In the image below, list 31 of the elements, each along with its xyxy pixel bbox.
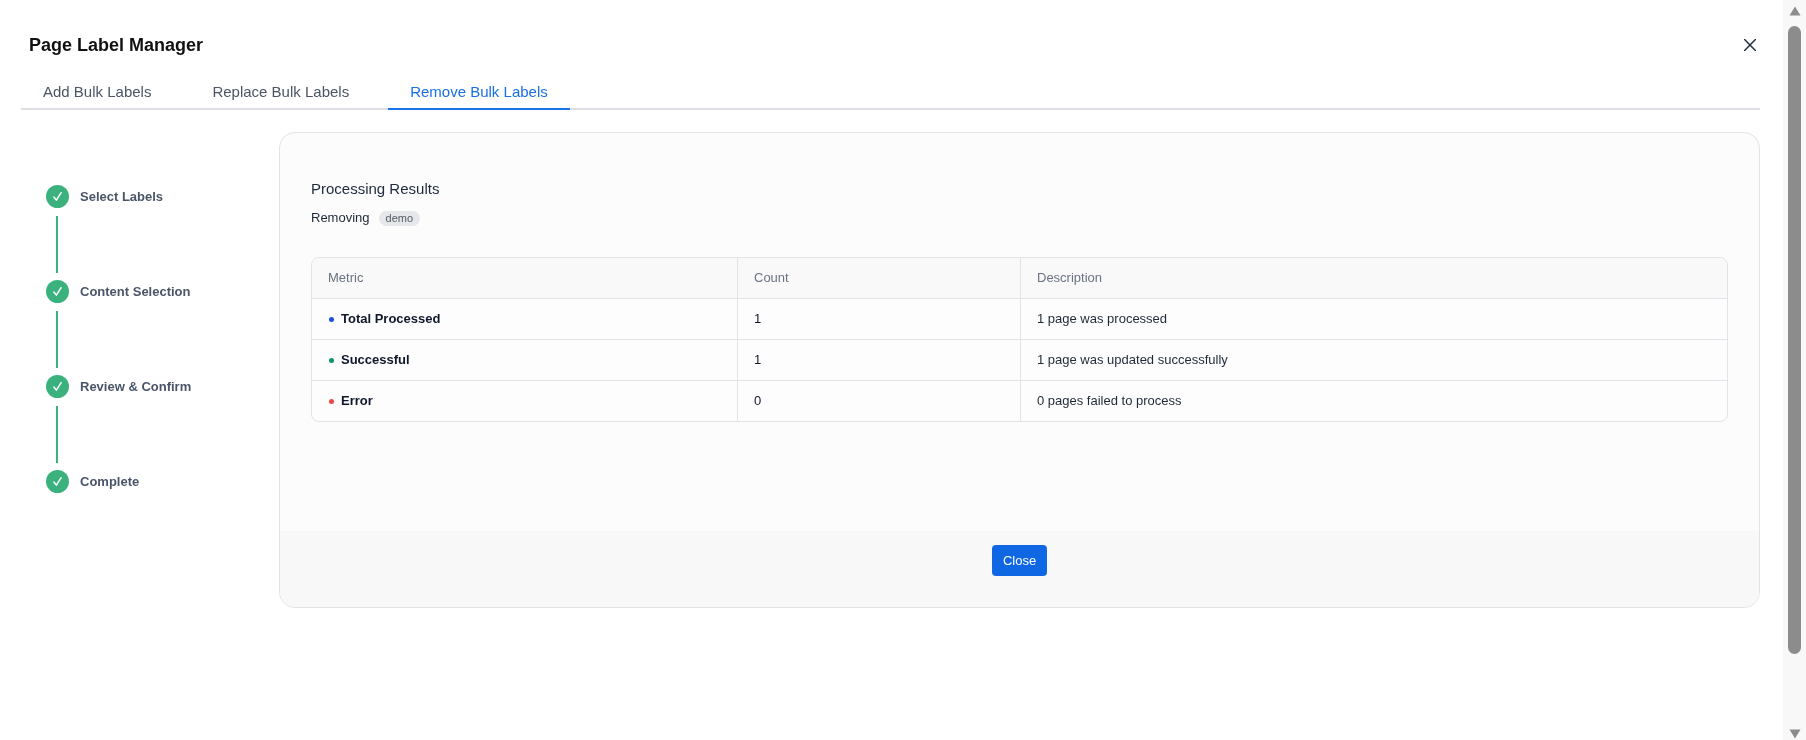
tab[interactable]: Replace Bulk Labels	[190, 74, 372, 110]
table-cell: 1	[737, 340, 1020, 380]
step-connector	[56, 405, 58, 463]
table-cell: 1 page was updated successfully	[1020, 340, 1727, 380]
step-label: Complete	[80, 472, 140, 491]
metric-label: Successful	[341, 351, 410, 370]
table-cell: 0	[737, 381, 1020, 421]
step-connector	[56, 215, 58, 273]
table-cell: 0 pages failed to process	[1020, 381, 1727, 421]
column-header: Description	[1020, 258, 1727, 298]
column-header: Count	[737, 258, 1020, 298]
step-label: Review & Confirm	[80, 377, 192, 396]
close-dialog-button[interactable]: Close	[991, 545, 1048, 576]
close-icon[interactable]	[1744, 39, 1756, 51]
scroll-down-icon[interactable]	[1788, 729, 1801, 739]
table-cell: 1 page was processed	[1020, 299, 1727, 339]
step-connector	[56, 310, 58, 368]
table-cell: 1	[737, 299, 1020, 339]
label-tag: demo	[378, 210, 421, 226]
metric-label: Total Processed	[341, 310, 441, 329]
dialog-title: Page Label Manager	[29, 34, 204, 57]
scroll-up-icon[interactable]	[1788, 6, 1801, 16]
column-header: Metric	[327, 269, 365, 288]
scrollbar-thumb[interactable]	[1788, 26, 1801, 654]
action-label: Removing	[311, 209, 370, 227]
tab[interactable]: Add Bulk Labels	[21, 74, 174, 110]
step-label: Select Labels	[80, 187, 164, 206]
metric-label: Error	[341, 392, 373, 411]
step-label: Content Selection	[80, 282, 191, 301]
tab[interactable]: Remove Bulk Labels	[388, 74, 570, 110]
results-heading: Processing Results	[311, 179, 441, 199]
